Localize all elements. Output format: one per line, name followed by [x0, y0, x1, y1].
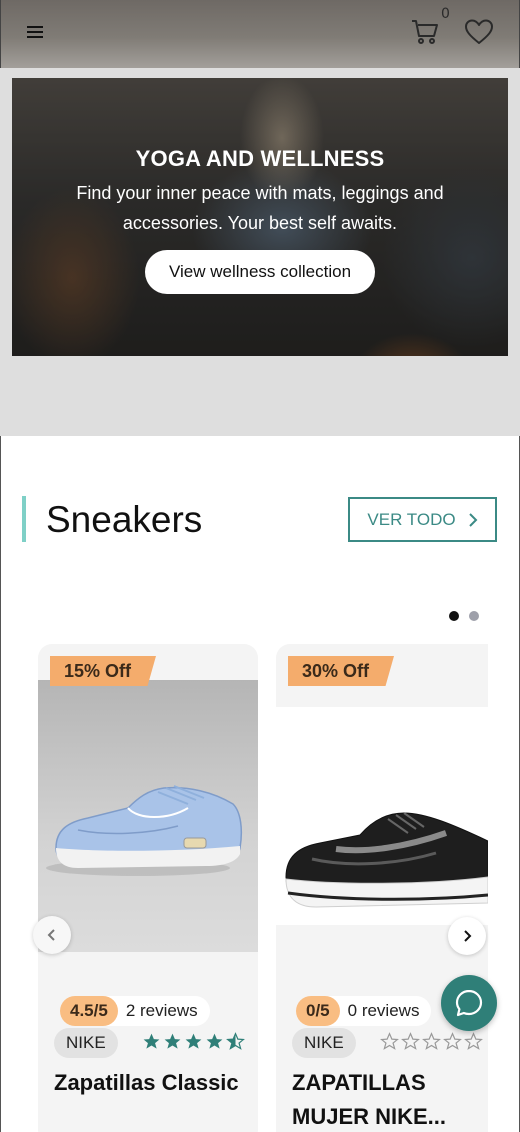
star-full-icon: [206, 1033, 223, 1049]
chevron-left-icon: [47, 929, 55, 941]
sneaker-image: [46, 785, 243, 876]
rating-score: 0/5: [296, 996, 340, 1026]
product-name[interactable]: ZAPATILLAS MUJER NIKE...: [292, 1066, 482, 1132]
section-title: Sneakers: [46, 499, 203, 540]
menu-button[interactable]: [19, 16, 51, 48]
carousel-dot-2[interactable]: [469, 611, 479, 621]
star-full-icon: [143, 1033, 160, 1049]
section-accent-bar: [22, 496, 26, 542]
cart-icon: [412, 20, 438, 44]
see-all-button[interactable]: VER TODO: [348, 497, 497, 542]
review-count[interactable]: 0 reviews: [340, 1001, 432, 1021]
sneaker-image: [285, 812, 488, 908]
product-card[interactable]: 15% Off 4.5/5 2 reviews NIKE Zapatillas …: [38, 644, 258, 1132]
product-image[interactable]: [276, 707, 488, 925]
wishlist-button[interactable]: [463, 16, 495, 48]
product-name[interactable]: Zapatillas Classic: [54, 1066, 244, 1100]
star-full-icon: [164, 1033, 181, 1049]
carousel-prev-button[interactable]: [33, 916, 71, 954]
star-empty-icon: [443, 1032, 462, 1050]
see-all-label: VER TODO: [367, 509, 456, 529]
star-rating: [380, 1032, 483, 1051]
brand-tag[interactable]: NIKE: [54, 1028, 118, 1058]
star-half-icon: [226, 1032, 245, 1050]
star-empty-icon: [464, 1032, 483, 1050]
carousel-dots: [449, 611, 479, 621]
discount-badge: 30% Off: [288, 656, 394, 686]
review-count[interactable]: 2 reviews: [118, 1001, 210, 1021]
star-empty-icon: [380, 1032, 399, 1050]
rating-pill: 0/5 0 reviews: [296, 996, 432, 1026]
chevron-right-icon: [468, 512, 477, 527]
chat-button[interactable]: [441, 975, 497, 1031]
chevron-right-icon: [464, 930, 472, 942]
chat-bubble-icon: [455, 989, 483, 1017]
discount-badge: 15% Off: [50, 656, 156, 686]
hero-banner: YOGA AND WELLNESS Find your inner peace …: [12, 78, 508, 356]
cart-button[interactable]: [409, 16, 441, 48]
star-empty-icon: [401, 1032, 420, 1050]
star-full-icon: [185, 1033, 202, 1049]
hero-subtitle: Find your inner peace with mats, legging…: [76, 183, 444, 233]
star-rating: [142, 1032, 245, 1051]
view-collection-button[interactable]: View wellness collection: [145, 250, 375, 294]
hamburger-menu-icon: [27, 26, 43, 38]
rating-pill: 4.5/5 2 reviews: [60, 996, 210, 1026]
cart-count-badge: 0: [441, 6, 450, 22]
hero-title: YOGA AND WELLNESS: [135, 146, 385, 171]
top-header: 0: [0, 0, 520, 68]
rating-score: 4.5/5: [60, 996, 118, 1026]
carousel-dot-1[interactable]: [449, 611, 459, 621]
product-card[interactable]: 30% Off 0/5 0 reviews NIKE ZAPATILLAS MU…: [276, 644, 488, 1132]
brand-tag[interactable]: NIKE: [292, 1028, 356, 1058]
carousel-next-button[interactable]: [448, 917, 486, 955]
star-empty-icon: [422, 1032, 441, 1050]
product-image[interactable]: [38, 680, 258, 952]
heart-icon: [465, 19, 493, 44]
